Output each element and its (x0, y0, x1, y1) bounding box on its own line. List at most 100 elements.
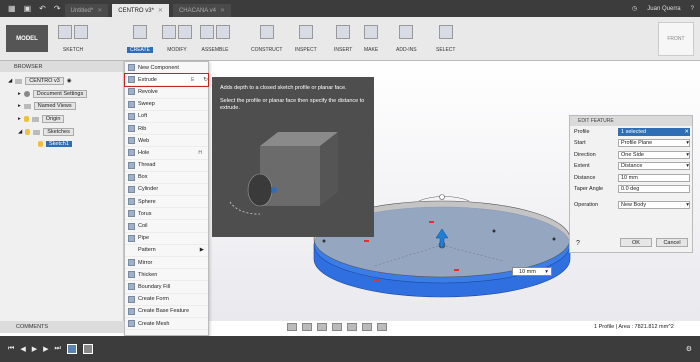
menu-item-rib[interactable]: Rib (125, 123, 208, 136)
make-group[interactable]: MAKE (364, 21, 378, 57)
form-icon (128, 295, 135, 303)
menu-item-create-base-feature[interactable]: Create Base Feature (125, 306, 208, 318)
help-icon[interactable]: ? (691, 6, 694, 12)
browser-root[interactable]: ◢ CENTRO v3 ◉ (8, 76, 72, 86)
grid-icon[interactable] (362, 323, 372, 331)
start-dropdown[interactable]: Profile Plane ▾ (618, 139, 690, 148)
browser-item-views[interactable]: ▸ Named Views (18, 101, 76, 111)
distance-input[interactable]: 10 mm ▾ (512, 267, 552, 276)
tab-untitled[interactable]: Untitled* ✕ (64, 4, 109, 17)
revolve-icon (128, 88, 135, 96)
viewports-icon[interactable] (377, 323, 387, 331)
timeline-bar: ⏮ ◀ ▶ ▶ ⏭ ⚙ (0, 336, 700, 362)
menu-item-revolve[interactable]: Revolve (125, 86, 208, 99)
comments-panel[interactable]: COMMENTS (0, 321, 124, 333)
step-back-icon[interactable]: ◀ (20, 345, 25, 353)
settings-gear-icon[interactable]: ⚙ (686, 345, 692, 353)
operation-dropdown[interactable]: New Body ▾ (618, 200, 690, 209)
dropdown-icon: ▾ (686, 140, 689, 147)
insert-group[interactable]: INSERT (334, 21, 352, 57)
direction-dropdown[interactable]: One Side ▾ (618, 150, 690, 159)
tab-chacana[interactable]: CHACANA v4 ✕ (172, 4, 231, 17)
browser-header[interactable]: BROWSER (0, 61, 123, 72)
menu-item-create-mesh[interactable]: Create Mesh (125, 318, 208, 331)
menu-item-hole[interactable]: Hole H (125, 147, 208, 160)
select-group[interactable]: SELECT (436, 21, 455, 57)
save-icon[interactable]: ▣ (24, 4, 32, 13)
assemble-group[interactable]: ASSEMBLE (200, 21, 230, 57)
menu-item-sweep[interactable]: Sweep (125, 99, 208, 111)
go-to-end-icon[interactable]: ⏭ (54, 345, 60, 353)
browser-item-settings[interactable]: ▸ Document Settings (18, 89, 88, 99)
timeline-feature-sketch[interactable] (66, 344, 77, 354)
menu-item-web[interactable]: Web (125, 135, 208, 148)
inspect-group[interactable]: INSPECT (295, 21, 317, 57)
user-name[interactable]: Juan Querra (647, 6, 680, 12)
browser-panel: BROWSER ◢ CENTRO v3 ◉ ▸ Document Settings ▸… (0, 61, 124, 321)
step-forward-icon[interactable]: ▶ (43, 345, 48, 353)
create-menu: New Component Extrude E ↻ Revolve Sweep Lo… (124, 61, 209, 336)
timeline-feature-extrude[interactable] (82, 344, 93, 354)
display-settings-icon[interactable] (347, 323, 357, 331)
fit-icon[interactable] (332, 323, 342, 331)
orbit-icon[interactable] (287, 323, 297, 331)
construct-group[interactable]: CONSTRUCT (251, 21, 282, 57)
menu-item-extrude[interactable]: Extrude E ↻ (124, 73, 209, 88)
zoom-icon[interactable] (317, 323, 327, 331)
box-icon (128, 173, 135, 181)
pipe-icon (128, 234, 135, 242)
mesh-icon (128, 320, 135, 328)
extent-dropdown[interactable]: Distance ▾ (618, 162, 690, 171)
menu-item-pattern[interactable]: Pattern ▶ (125, 245, 208, 257)
menu-item-sphere[interactable]: Sphere (125, 196, 208, 209)
distance-field[interactable]: 10 mm (618, 173, 690, 182)
menu-item-torus[interactable]: Torus (125, 208, 208, 221)
play-icon[interactable]: ▶ (32, 345, 37, 353)
menu-item-thread[interactable]: Thread (125, 160, 208, 172)
workspace-switcher[interactable]: MODEL (6, 25, 48, 52)
help-icon[interactable]: ? (576, 240, 580, 247)
sketch-group[interactable]: SKETCH (58, 21, 88, 57)
browser-item-sketch1[interactable]: Sketch1 (38, 139, 72, 149)
view-cube[interactable]: FRONT (658, 22, 694, 56)
hole-marker (552, 237, 556, 241)
undo-icon[interactable]: ↶ (39, 4, 46, 13)
menu-item-loft[interactable]: Loft (125, 111, 208, 123)
close-icon[interactable]: ✕ (220, 7, 225, 14)
extrude-icon (128, 76, 135, 84)
extrude-tooltip: Adds depth to a closed sketch profile or… (212, 77, 374, 237)
row-distance: Distance 10 mm (570, 172, 692, 184)
close-icon[interactable]: ✕ (158, 7, 163, 14)
menu-item-pipe[interactable]: Pipe (125, 233, 208, 245)
browser-item-sketches[interactable]: ◢ Sketches (18, 127, 74, 137)
menu-item-boundary-fill[interactable]: Boundary Fill (125, 281, 208, 294)
create-group[interactable]: CREATE (127, 21, 153, 57)
profile-select[interactable]: 1 selected ✕ (618, 127, 690, 136)
tab-centro[interactable]: CENTRO v3* ✕ (112, 4, 169, 17)
base-feature-icon (128, 307, 135, 315)
expand-icon: ◢ (8, 78, 13, 84)
menu-item-cylinder[interactable]: Cylinder (125, 184, 208, 197)
menu-item-new-component[interactable]: New Component (125, 62, 208, 75)
plane-icon (259, 25, 274, 39)
component-icon (128, 64, 135, 72)
pan-icon[interactable] (302, 323, 312, 331)
menu-item-create-form[interactable]: Create Form (125, 294, 208, 306)
menu-item-mirror[interactable]: Mirror (125, 257, 208, 270)
menu-item-box[interactable]: Box (125, 172, 208, 184)
redo-icon[interactable]: ↷ (54, 4, 61, 13)
menu-item-coil[interactable]: Coil (125, 220, 208, 233)
taper-field[interactable]: 0.0 deg (618, 185, 690, 194)
thread-icon (128, 161, 135, 169)
addins-group[interactable]: ADD-INS (396, 21, 417, 57)
app-grid-icon[interactable]: ▦ (8, 4, 16, 13)
cancel-button[interactable]: Cancel (656, 238, 688, 247)
job-status-icon[interactable]: ◷ (632, 5, 637, 12)
menu-item-thicken[interactable]: Thicken (125, 269, 208, 282)
browser-item-origin[interactable]: ▸ Origin (18, 114, 65, 124)
ok-button[interactable]: OK (620, 238, 652, 247)
go-to-start-icon[interactable]: ⏮ (8, 345, 14, 353)
close-icon: ✕ (684, 128, 689, 135)
modify-group[interactable]: MODIFY (162, 21, 192, 57)
close-icon[interactable]: ✕ (97, 7, 102, 14)
